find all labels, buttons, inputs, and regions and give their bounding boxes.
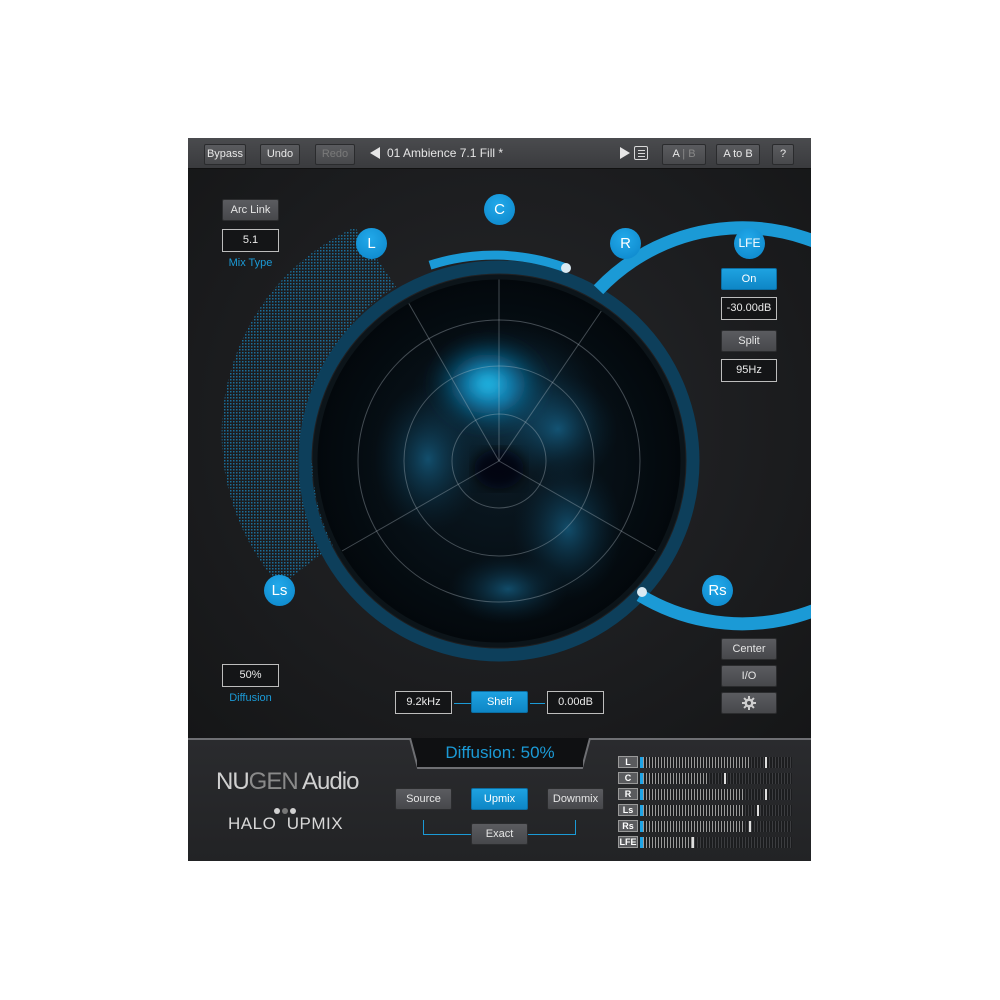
mix-type-label: Mix Type (228, 257, 273, 269)
undo-button[interactable]: Undo (260, 144, 300, 165)
surround-display (221, 221, 811, 662)
shelf-frequency-field[interactable]: 9.2kHz (395, 691, 452, 714)
meter-label: C (618, 772, 638, 784)
meter-row-ls: Ls (618, 804, 794, 817)
main-panel: C L R Ls Rs LFE Arc Link 5.1 Mix Type 50… (188, 169, 811, 738)
nugen-audio-logo: NUGEN Audio (216, 768, 359, 795)
io-button[interactable]: I/O (721, 665, 777, 687)
meter-row-r: R (618, 788, 794, 801)
gear-icon (742, 696, 756, 710)
meter-row-c: C (618, 772, 794, 785)
top-toolbar: Bypass Undo Redo 01 Ambience 7.1 Fill * … (188, 138, 811, 169)
meter-level (640, 837, 692, 848)
meter-peak (765, 789, 767, 800)
meter-label: Rs (618, 820, 638, 832)
ab-a-label: A (672, 148, 680, 160)
meter-label: R (618, 788, 638, 800)
downmix-button[interactable]: Downmix (547, 788, 604, 810)
meter-row-lfe: LFE (618, 836, 794, 849)
meter-peak (765, 757, 767, 768)
front-arc-handle[interactable] (561, 263, 571, 273)
bypass-button[interactable]: Bypass (204, 144, 246, 165)
preset-name[interactable]: 01 Ambience 7.1 Fill * (387, 146, 503, 160)
meter-label: LFE (618, 836, 638, 848)
meter-track (640, 789, 792, 800)
brand-logo: NUGEN Audio HALO UPMIX (214, 768, 364, 838)
preset-previous-icon[interactable] (370, 147, 380, 159)
redo-button[interactable]: Redo (315, 144, 355, 165)
ab-b-label: B (688, 148, 696, 160)
source-button[interactable]: Source (395, 788, 452, 810)
meter-level (640, 789, 743, 800)
exact-button[interactable]: Exact (471, 823, 528, 845)
a-to-b-button[interactable]: A to B (716, 144, 760, 165)
meter-row-rs: Rs (618, 820, 794, 833)
meter-label: Ls (618, 804, 638, 816)
upmix-button[interactable]: Upmix (471, 788, 528, 810)
ab-separator: | (682, 148, 686, 160)
meter-track (640, 773, 792, 784)
speaker-rs[interactable]: Rs (702, 575, 733, 606)
shelf-button[interactable]: Shelf (471, 691, 528, 713)
rear-arc-handle[interactable] (637, 587, 647, 597)
meter-level (640, 805, 745, 816)
preset-next-icon[interactable] (620, 147, 630, 159)
speaker-lfe[interactable]: LFE (734, 228, 765, 259)
meter-track (640, 757, 792, 768)
lfe-split-button[interactable]: Split (721, 330, 777, 352)
help-button[interactable]: ? (772, 144, 794, 165)
meter-label: L (618, 756, 638, 768)
lfe-on-button[interactable]: On (721, 268, 777, 290)
product-name: HALO UPMIX (228, 814, 344, 833)
speaker-ls[interactable]: Ls (264, 575, 295, 606)
speaker-c[interactable]: C (484, 194, 515, 225)
meter-level (640, 757, 749, 768)
meter-peak (724, 773, 726, 784)
ab-compare-toggle[interactable]: A | B (662, 144, 706, 165)
speaker-l[interactable]: L (356, 228, 387, 259)
settings-button[interactable] (721, 692, 777, 714)
halo-upmix-plugin: Bypass Undo Redo 01 Ambience 7.1 Fill * … (188, 138, 811, 861)
diffusion-label: Diffusion (229, 692, 272, 704)
lfe-gain-field[interactable]: -30.00dB (721, 297, 777, 320)
speaker-r[interactable]: R (610, 228, 641, 259)
diffusion-readout: Diffusion: 50% (445, 743, 555, 762)
shelf-gain-field[interactable]: 0.00dB (547, 691, 604, 714)
mix-type-field[interactable]: 5.1 (222, 229, 279, 252)
meter-row-l: L (618, 756, 794, 769)
meter-track (640, 821, 792, 832)
center-button[interactable]: Center (721, 638, 777, 660)
arc-link-button[interactable]: Arc Link (222, 199, 279, 221)
meter-peak (692, 837, 694, 848)
meter-peak (749, 821, 751, 832)
preset-list-icon[interactable] (634, 146, 648, 160)
meter-level (640, 773, 708, 784)
meter-track (640, 805, 792, 816)
meter-level (640, 821, 745, 832)
bottom-panel: Diffusion: 50% NUGEN Audio HALO UPMIX So… (188, 738, 811, 861)
meter-peak (757, 805, 759, 816)
lfe-frequency-field[interactable]: 95Hz (721, 359, 777, 382)
diffusion-field[interactable]: 50% (222, 664, 279, 687)
meter-track (640, 837, 792, 848)
